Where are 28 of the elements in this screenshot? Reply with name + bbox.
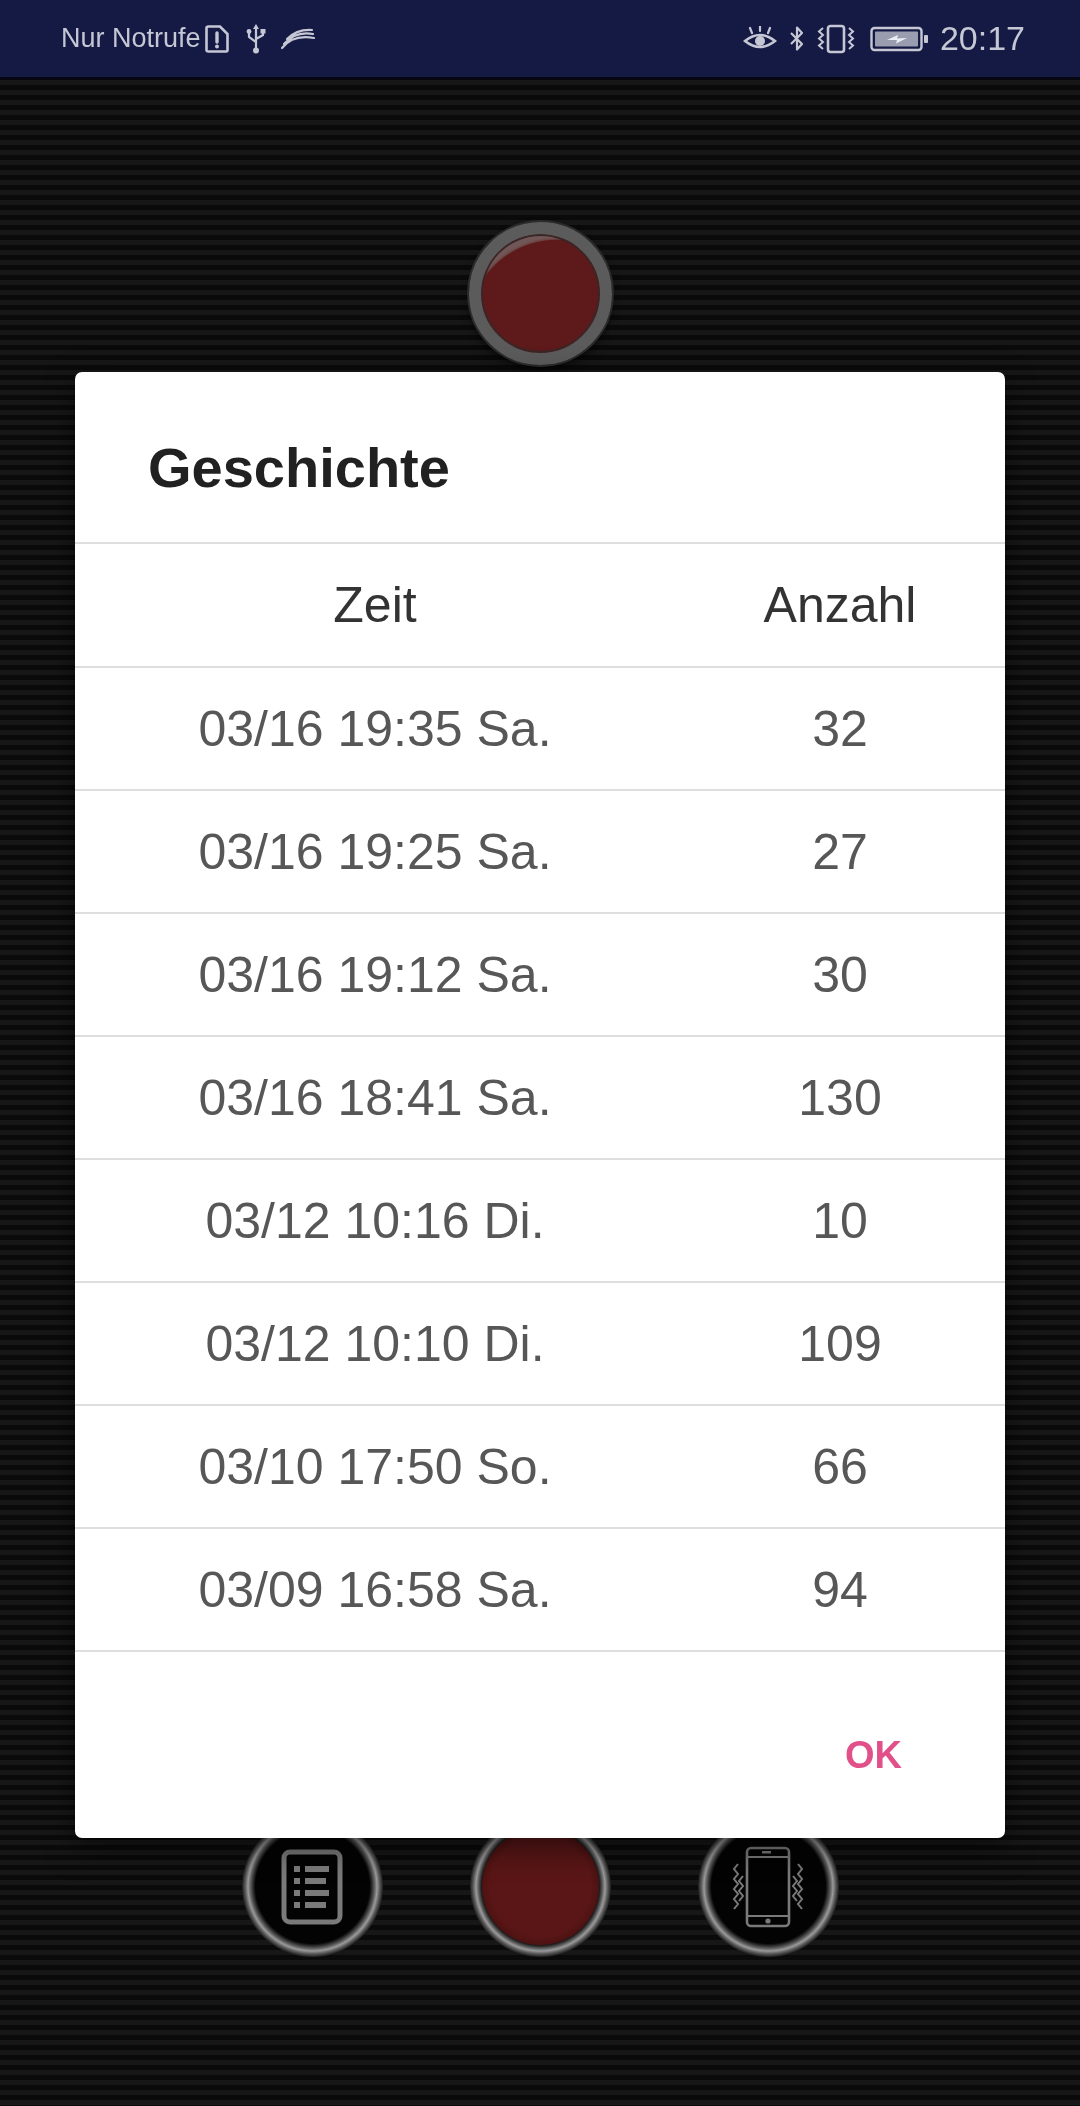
table-cell: 30 xyxy=(812,945,868,1004)
usb-icon xyxy=(244,23,267,54)
table-cell: 03/16 18:41 Sa. xyxy=(198,1068,552,1127)
vibrate-icon xyxy=(814,23,857,54)
table-cell: 03/10 17:50 So. xyxy=(198,1437,552,1496)
table-cell: 10 xyxy=(812,1191,868,1250)
table-cell: 94 xyxy=(812,1560,868,1619)
column-header: Zeit xyxy=(333,576,417,634)
swoosh-icon xyxy=(280,27,315,50)
table-cell: 03/12 10:16 Di. xyxy=(205,1191,545,1250)
table-cell: 03/16 19:12 Sa. xyxy=(198,945,552,1004)
table-cell: 03/16 19:25 Sa. xyxy=(198,822,552,881)
ok-button[interactable]: OK xyxy=(821,1713,926,1797)
table-cell: 27 xyxy=(812,822,868,881)
dialog-title: Geschichte xyxy=(148,434,450,500)
status-text: Nur Notrufe xyxy=(61,23,201,54)
table-cell: 03/16 19:35 Sa. xyxy=(198,699,552,758)
status-time: 20:17 xyxy=(939,19,1025,58)
battery-charging-icon xyxy=(869,24,930,53)
list-icon xyxy=(281,1848,343,1925)
table-cell: 03/09 16:58 Sa. xyxy=(198,1560,552,1619)
table-cell: 66 xyxy=(812,1437,868,1496)
table-cell: 130 xyxy=(798,1068,882,1127)
table-cell: 03/12 10:10 Di. xyxy=(205,1314,545,1373)
table-cell: 32 xyxy=(812,699,868,758)
column-header: Anzahl xyxy=(763,576,917,634)
sim-alert-icon xyxy=(204,24,229,53)
table-cell: 109 xyxy=(798,1314,882,1373)
